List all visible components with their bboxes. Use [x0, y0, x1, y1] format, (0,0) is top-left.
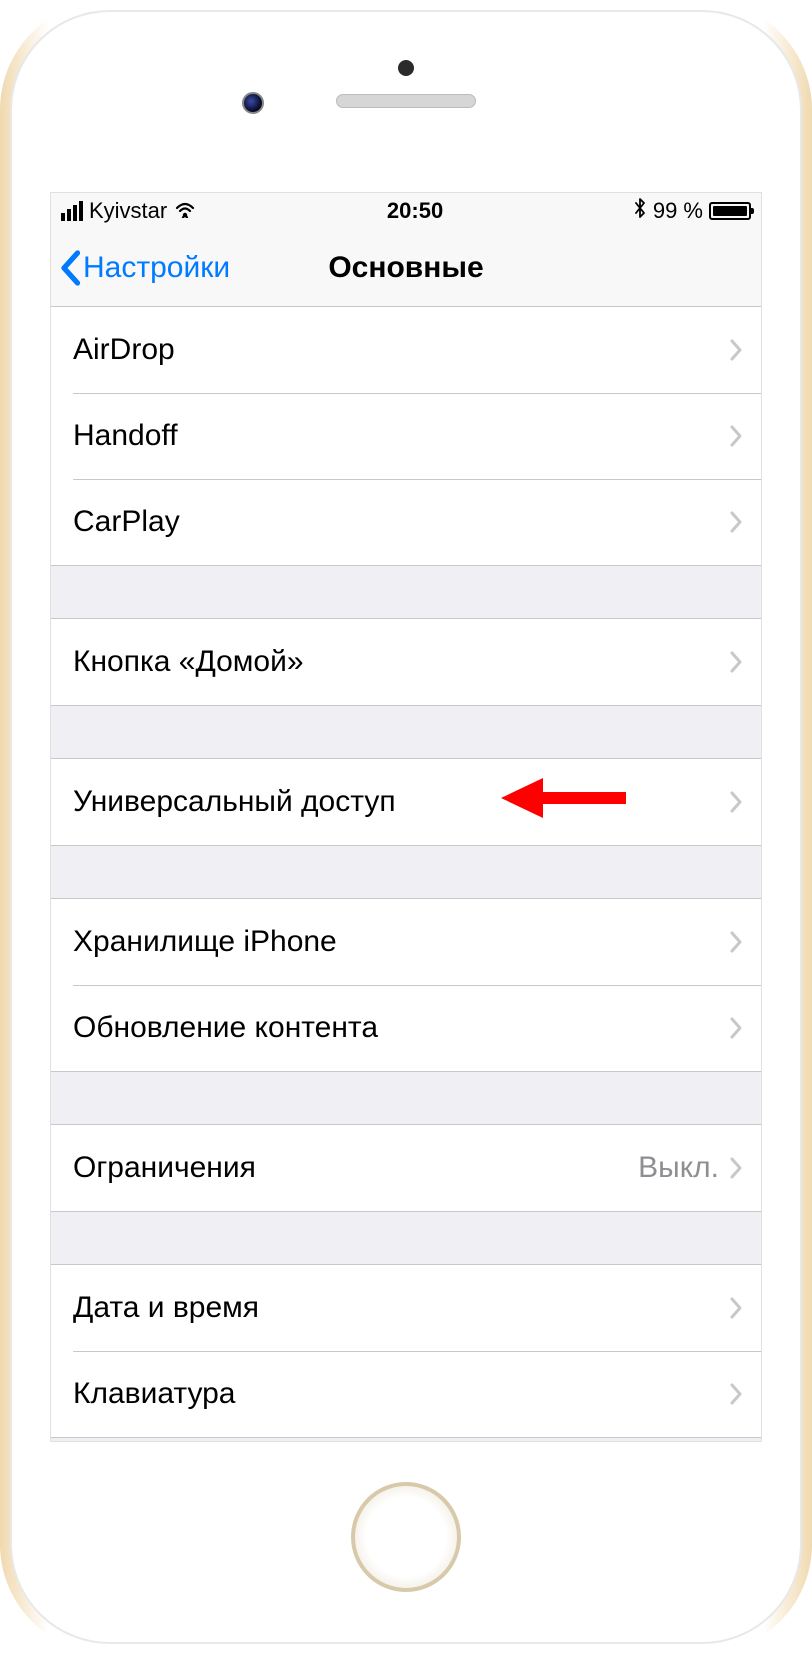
settings-list[interactable]: AirDrop Handoff CarPlay Кнопка «Домой» Униве… [51, 307, 761, 1438]
settings-group: Кнопка «Домой» [51, 618, 761, 706]
row-label: Ограничения [73, 1151, 638, 1185]
home-button-hardware[interactable] [351, 1482, 461, 1592]
settings-row-restrictions[interactable]: ОграниченияВыкл. [51, 1125, 761, 1211]
chevron-right-icon [729, 930, 743, 954]
chevron-right-icon [729, 650, 743, 674]
chevron-left-icon [59, 250, 81, 286]
back-label: Настройки [83, 251, 230, 285]
settings-row-keyboard[interactable]: Клавиатура [51, 1351, 761, 1437]
chevron-right-icon [729, 424, 743, 448]
chevron-right-icon [729, 1382, 743, 1406]
chevron-right-icon [729, 510, 743, 534]
settings-row-background-refresh[interactable]: Обновление контента [51, 985, 761, 1071]
row-label: AirDrop [73, 333, 729, 367]
settings-row-iphone-storage[interactable]: Хранилище iPhone [51, 899, 761, 985]
row-label: Кнопка «Домой» [73, 645, 729, 679]
cellular-signal-icon [61, 201, 83, 221]
settings-row-carplay[interactable]: CarPlay [51, 479, 761, 565]
row-label: Хранилище iPhone [73, 925, 729, 959]
battery-icon [709, 202, 751, 220]
row-label: Универсальный доступ [73, 785, 729, 819]
chevron-right-icon [729, 1016, 743, 1040]
proximity-sensor [398, 60, 414, 76]
phone-top-hardware [12, 12, 800, 192]
phone-body: Kyivstar 20:50 99 % Настройки [10, 10, 802, 1644]
row-label: Клавиатура [73, 1377, 729, 1411]
settings-group: ОграниченияВыкл. [51, 1124, 761, 1212]
row-value: Выкл. [638, 1151, 719, 1185]
settings-row-date-time[interactable]: Дата и время [51, 1265, 761, 1351]
settings-row-handoff[interactable]: Handoff [51, 393, 761, 479]
chevron-right-icon [729, 790, 743, 814]
back-button[interactable]: Настройки [59, 250, 230, 286]
screen: Kyivstar 20:50 99 % Настройки [50, 192, 762, 1442]
earpiece-speaker [336, 94, 476, 108]
row-label: CarPlay [73, 505, 729, 539]
wifi-icon [173, 198, 197, 224]
settings-group: Дата и время Клавиатура [51, 1264, 761, 1438]
clock: 20:50 [387, 198, 443, 224]
status-bar: Kyivstar 20:50 99 % [51, 193, 761, 229]
chevron-right-icon [729, 1156, 743, 1180]
phone-frame: Kyivstar 20:50 99 % Настройки [0, 0, 812, 1654]
page-title: Основные [328, 251, 483, 285]
settings-row-home-button[interactable]: Кнопка «Домой» [51, 619, 761, 705]
settings-group: Хранилище iPhone Обновление контента [51, 898, 761, 1072]
chevron-right-icon [729, 338, 743, 362]
settings-group: AirDrop Handoff CarPlay [51, 307, 761, 566]
bluetooth-icon [633, 197, 647, 225]
row-label: Handoff [73, 419, 729, 453]
settings-group: Универсальный доступ [51, 758, 761, 846]
settings-row-accessibility[interactable]: Универсальный доступ [51, 759, 761, 845]
row-label: Дата и время [73, 1291, 729, 1325]
battery-percent: 99 % [653, 198, 703, 224]
chevron-right-icon [729, 1296, 743, 1320]
carrier-label: Kyivstar [89, 198, 167, 224]
navigation-bar: Настройки Основные [51, 229, 761, 307]
front-camera [242, 92, 264, 114]
settings-row-airdrop[interactable]: AirDrop [51, 307, 761, 393]
row-label: Обновление контента [73, 1011, 729, 1045]
